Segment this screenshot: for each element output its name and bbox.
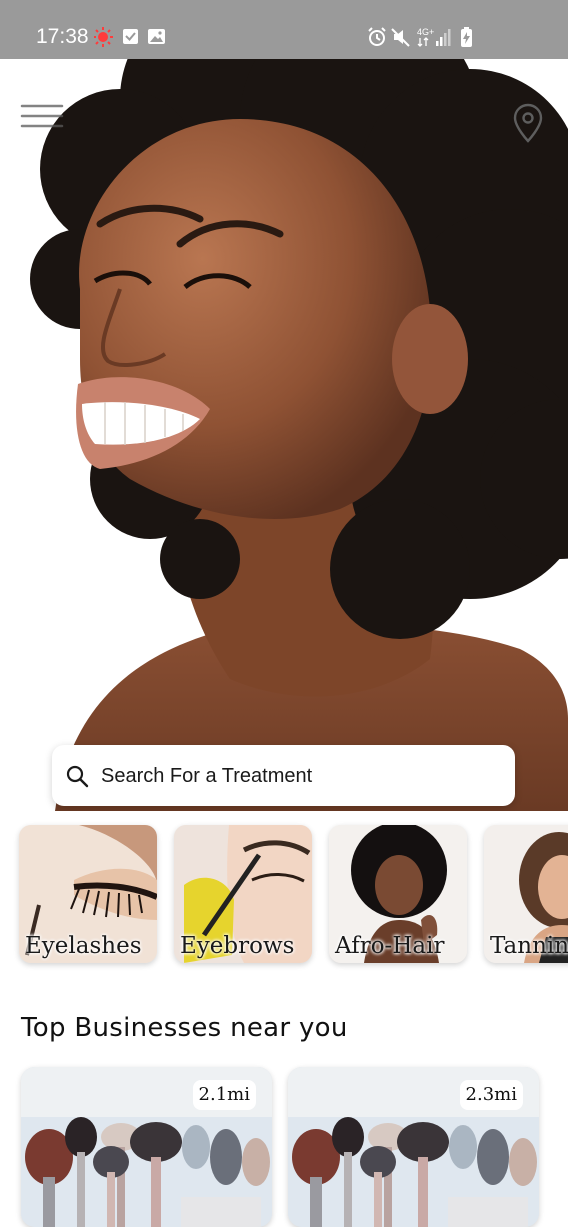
hero-image [0, 59, 568, 811]
location-pin-icon[interactable] [510, 103, 546, 143]
category-label: Tanning [490, 933, 568, 959]
system-icons: 4G+ [368, 27, 472, 47]
distance-badge: 2.1mi [192, 1080, 256, 1110]
category-card-afro-hair[interactable]: Afro-Hair [329, 825, 467, 963]
category-label: Eyebrows [180, 933, 295, 959]
search-placeholder: Search For a Treatment [101, 765, 313, 787]
category-card-eyebrows[interactable]: Eyebrows [174, 825, 312, 963]
distance-badge: 2.3mi [459, 1080, 523, 1110]
mute-icon [391, 28, 410, 47]
category-card-eyelashes[interactable]: Eyelashes [19, 825, 157, 963]
business-card[interactable]: 2.1mi [21, 1067, 272, 1227]
search-icon [66, 765, 89, 788]
status-bar: 17:38 4G+ [0, 0, 568, 59]
image-notification-icon [148, 29, 165, 44]
category-label: Afro-Hair [335, 933, 445, 959]
hamburger-menu-icon[interactable] [20, 101, 66, 131]
section-title-top-businesses: Top Businesses near you [21, 1013, 348, 1043]
search-input[interactable]: Search For a Treatment [52, 745, 515, 806]
category-label: Eyelashes [25, 933, 142, 959]
category-card-tanning[interactable]: Tanning [484, 825, 568, 963]
network-4g-icon: 4G+ [417, 27, 434, 47]
battery-charging-icon [461, 27, 472, 47]
signal-icon [436, 29, 451, 46]
business-card[interactable]: 2.3mi [288, 1067, 539, 1227]
hero-banner: Search For a Treatment [0, 59, 568, 811]
alarm-icon [368, 27, 386, 46]
status-time: 17:38 [36, 25, 89, 48]
svg-text:4G+: 4G+ [417, 27, 434, 37]
record-icon [94, 27, 113, 47]
notification-icons [94, 27, 165, 47]
category-carousel[interactable]: Eyelashes Eyebrows Afro-Hair Tannin [0, 811, 568, 981]
checkbox-notification-icon [123, 29, 138, 44]
